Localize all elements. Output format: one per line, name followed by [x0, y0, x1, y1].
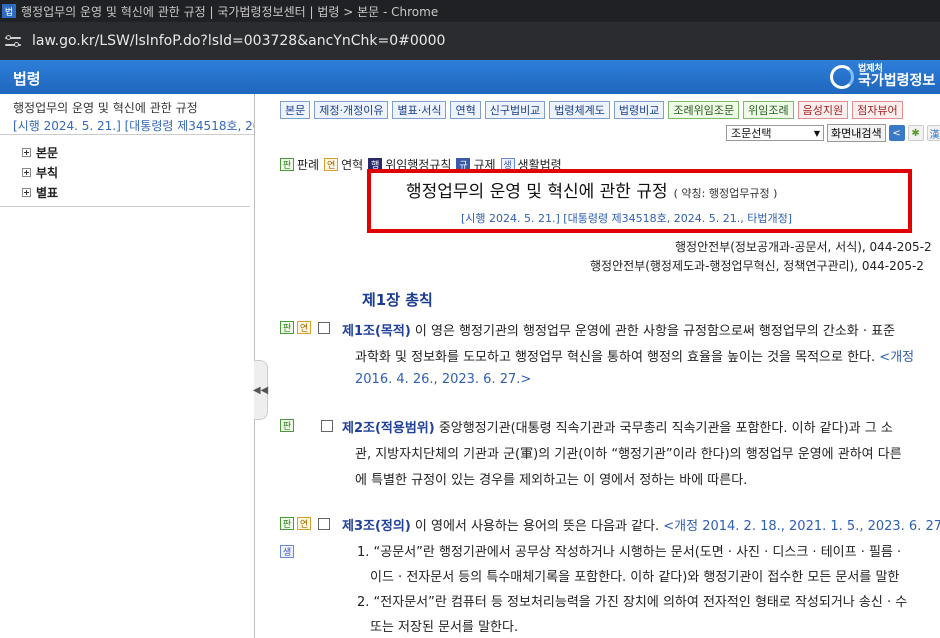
legend-precedent: 판 판례: [280, 156, 319, 173]
sidebar-law-title[interactable]: 행정업무의 운영 및 혁신에 관한 규정: [13, 99, 198, 116]
window-title: 행정업무의 운영 및 혁신에 관한 규정 | 국가법령정보센터 | 법령 > 본…: [21, 4, 439, 19]
amendment-link[interactable]: <개정: [879, 350, 914, 365]
tab-revision-reason[interactable]: 제정·개정이유: [314, 101, 389, 119]
expand-plus-icon[interactable]: [22, 168, 31, 177]
sidebar-law-date: [시행 2024. 5. 21.] [대통령령 제34518호, 20: [13, 119, 255, 133]
article-1-markers: 판연: [280, 321, 330, 334]
article-2-markers: 판: [280, 419, 333, 432]
article-heading[interactable]: 제3조(정의): [342, 519, 411, 534]
legend-history: 연 연혁: [324, 156, 363, 173]
sidebar-divider: [0, 134, 254, 135]
precedent-icon[interactable]: 판: [280, 419, 294, 432]
article-text: 이 영은 행정기관의 행정업무 운영에 관한 사항을 규정함으로써 행정업무의 …: [410, 324, 896, 339]
logo-main-text: 국가법령정보: [858, 73, 936, 89]
law-effective-date: [시행 2024. 5. 21.] [대통령령 제34518호, 2024. 5…: [461, 212, 793, 225]
url-text[interactable]: law.go.kr/LSW/lsInfoP.do?lsId=003728&anc…: [32, 33, 445, 49]
article-1-line-1: 제1조(목적) 이 영은 행정기관의 행정업무 운영에 관한 사항을 규정함으로…: [342, 320, 895, 339]
article-text: 중앙행정기관(대통령 직속기관과 국무총리 직속기관을 포함한다. 이하 같다)…: [434, 421, 893, 436]
history-icon[interactable]: 연: [297, 517, 311, 530]
article-select[interactable]: 조문선택 ▼: [726, 125, 824, 141]
article-3-item-1a: 1. “공문서”란 행정기관에서 공무상 작성하거나 시행하는 문서(도면 · …: [357, 545, 902, 560]
site-logo[interactable]: 법제처 국가법령정보: [830, 64, 935, 89]
article-3-item-2b: 또는 저장된 문서를 말한다.: [370, 620, 519, 635]
article-3-line-1: 제3조(정의) 이 영에서 사용하는 용어의 뜻은 다음과 같다. <개정 20…: [342, 515, 940, 534]
dept-info-1: 행정안전부(정보공개과-공문서, 서식), 044-205-2: [675, 240, 932, 254]
article-checkbox[interactable]: [318, 321, 330, 334]
article-2-line-3: 에 특별한 규정이 있는 경우를 제외하고는 이 영에서 정하는 바에 따른다.: [355, 473, 748, 488]
article-checkbox[interactable]: [318, 517, 330, 530]
article-heading[interactable]: 제1조(목적): [342, 324, 411, 339]
expand-plus-icon[interactable]: [22, 148, 31, 157]
browser-window: 법 행정업무의 운영 및 혁신에 관한 규정 | 국가법령정보센터 | 법령 >…: [0, 0, 940, 638]
tab-law-compare[interactable]: 법령비교: [613, 101, 665, 119]
sidebar-item-addenda[interactable]: 부칙: [22, 164, 58, 181]
tab-history[interactable]: 연혁: [450, 101, 481, 119]
dept-info-2: 행정안전부(행정제도과-행정업무혁신, 정책연구관리), 044-205-2: [590, 259, 924, 273]
tab-tables-forms[interactable]: 별표·서식: [392, 101, 447, 119]
site-header: 법령 법제처 국가법령정보: [0, 60, 940, 94]
sidebar-item-label: 별표: [36, 186, 59, 200]
history-icon: 연: [324, 158, 339, 171]
article-3-markers: 판연: [280, 517, 330, 530]
chevron-down-icon: ▼: [813, 128, 820, 138]
precedent-icon[interactable]: 판: [280, 321, 294, 334]
tab-delegated-ordinance[interactable]: 위임조례: [743, 101, 794, 119]
sidebar-item-label: 본문: [36, 146, 59, 160]
chapter-title: 제1장 총칙: [362, 291, 433, 309]
tab-voice-support[interactable]: 음성지원: [797, 101, 849, 119]
article-3-item-1b: 이드 · 전자문서 등의 특수매체기록을 포함한다. 이하 같다)와 행정기관이…: [370, 570, 900, 585]
sidebar-item-main[interactable]: 본문: [22, 144, 58, 161]
article-2-line-1: 제2조(적용범위) 중앙행정기관(대통령 직속기관과 국무총리 직속기관을 포함…: [342, 417, 893, 436]
law-abbreviation: ( 약칭: 행정업무규정 ): [673, 187, 778, 200]
article-select-value: 조문선택: [731, 127, 772, 140]
precedent-icon[interactable]: 판: [280, 517, 294, 530]
article-1-line-2: 과학화 및 정보화를 도모하고 행정업무 혁신을 통하여 행정의 효율을 높이는…: [355, 346, 914, 365]
article-checkbox[interactable]: [321, 419, 333, 432]
article-3-item-2a: 2. “전자문서”란 컴퓨터 등 정보처리능력을 가진 장치에 의하여 전자적인…: [357, 595, 908, 610]
article-2-line-2: 관, 지방자치단체의 기관과 군(軍)의 기관(이하 “행정기관”이라 한다)의…: [355, 447, 902, 462]
amendment-link[interactable]: <개정 2014. 2. 18., 2021. 1. 5., 2023. 6. …: [663, 519, 940, 534]
tab-old-new-compare[interactable]: 신구법비교: [484, 101, 546, 119]
brand-title: 법령: [13, 70, 41, 88]
article-3-living-law: 생: [280, 545, 297, 558]
living-law-icon[interactable]: 생: [280, 545, 294, 558]
sidebar: 행정업무의 운영 및 혁신에 관한 규정 [시행 2024. 5. 21.] […: [0, 94, 255, 638]
legend-label: 연혁: [341, 158, 364, 172]
tab-main[interactable]: 본문: [280, 101, 311, 119]
address-bar[interactable]: law.go.kr/LSW/lsInfoP.do?lsId=003728&anc…: [0, 22, 940, 60]
site-settings-icon[interactable]: [4, 32, 22, 50]
article-heading[interactable]: 제2조(적용범위): [342, 421, 435, 436]
article-text: 과학화 및 정보화를 도모하고 행정업무 혁신을 통하여 행정의 효율을 높이는…: [355, 350, 880, 365]
article-1-line-3[interactable]: 2016. 4. 26., 2023. 6. 27.>: [355, 372, 531, 387]
history-icon[interactable]: 연: [297, 321, 311, 334]
article-tools: 조문선택 ▼ 화면내검색 < ✱ 漢: [726, 124, 940, 142]
chinese-toggle-icon[interactable]: 漢: [926, 125, 940, 141]
precedent-icon: 판: [280, 158, 294, 171]
sidebar-item-label: 부칙: [36, 166, 59, 180]
expand-plus-icon[interactable]: [22, 188, 31, 197]
sidebar-divider: [0, 206, 250, 207]
law-content: 본문 제정·개정이유 별표·서식 연혁 신구법비교 법령체계도 법령비교 조례위…: [256, 94, 940, 638]
law-title-block: 행정업무의 운영 및 혁신에 관한 규정 ( 약칭: 행정업무규정 ): [406, 177, 777, 202]
tab-ordinance-delegation[interactable]: 조례위임조문: [668, 101, 740, 119]
law-favicon-icon: 법: [2, 4, 16, 18]
sidebar-item-tables[interactable]: 별표: [22, 184, 58, 201]
law-toolbar: 본문 제정·개정이유 별표·서식 연혁 신구법비교 법령체계도 법령비교 조례위…: [280, 101, 907, 119]
tab-law-structure[interactable]: 법령체계도: [549, 101, 610, 119]
article-text: 이 영에서 사용하는 용어의 뜻은 다음과 같다.: [410, 519, 664, 534]
favorite-icon[interactable]: ✱: [907, 125, 924, 141]
title-bar: 법 행정업무의 운영 및 혁신에 관한 규정 | 국가법령정보센터 | 법령 >…: [0, 0, 940, 22]
share-icon[interactable]: <: [888, 125, 905, 141]
logo-emblem-icon: [830, 64, 854, 89]
tab-braille-viewer[interactable]: 점자뷰어: [852, 101, 903, 119]
in-page-search-button[interactable]: 화면내검색: [827, 124, 886, 142]
law-title: 행정업무의 운영 및 혁신에 관한 규정: [406, 182, 668, 202]
legend-label: 판례: [297, 158, 320, 172]
